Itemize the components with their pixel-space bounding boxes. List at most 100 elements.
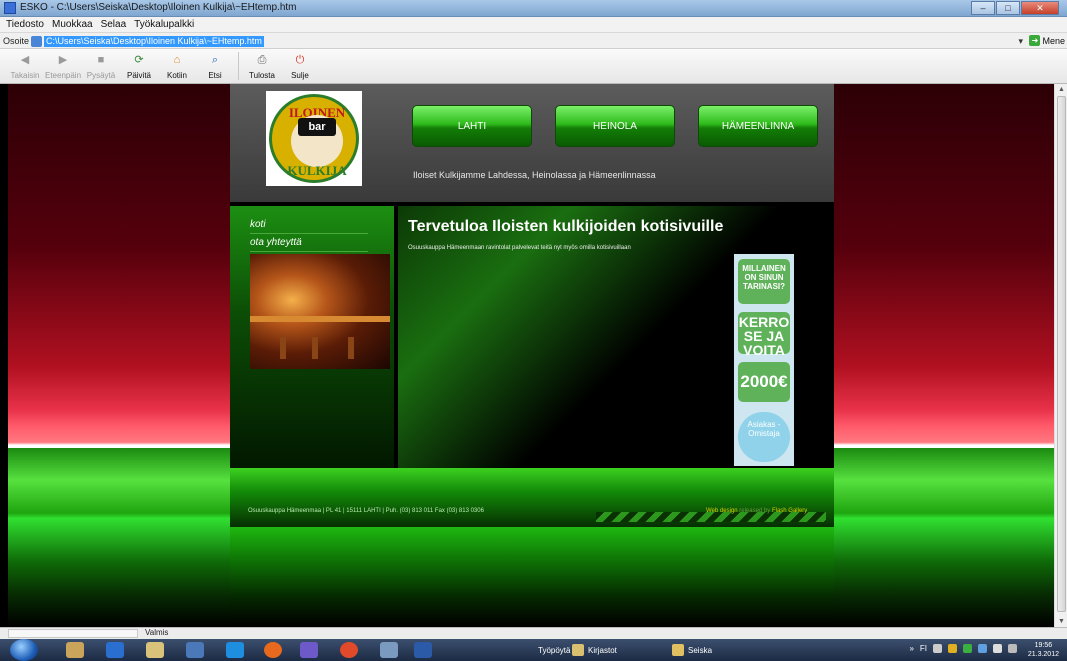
taskbar-clock[interactable]: 19:56 21.3.2012 [1028,641,1059,659]
sidebar-link-home[interactable]: koti [250,216,368,234]
toolbar-separator [238,52,239,80]
toolbar-button-4[interactable]: ⌂ Kotiin [158,49,196,84]
firefox-pinned-icon[interactable] [264,642,282,658]
tray-language[interactable]: FI [920,644,927,653]
back-icon: ◀ [20,54,30,66]
site-sidebar: koti ota yhteyttä [230,206,394,468]
folder-pinned-icon[interactable] [146,642,164,658]
menu-file[interactable]: Tiedosto [6,17,44,32]
libraries-icon [572,644,584,656]
menu-edit[interactable]: Muokkaa [52,17,93,32]
nav-heinola[interactable]: HEINOLA [555,105,675,147]
refresh-icon: ⟳ [134,54,144,66]
tray-app-icon[interactable] [978,644,987,653]
credit-flash-gallery: Flash Gallery [771,508,808,514]
photo-bar-counter [250,316,390,322]
window-title: ESKO - C:\Users\Seiska\Desktop\Iloinen K… [20,2,297,13]
toolbar-label: Kotiin [166,71,187,80]
advertisement-banner[interactable]: MILLAINEN ON SINUN TARINASI? KERRO SE JA… [734,254,794,466]
toolbar-button-1[interactable]: ▶ Eteenpäin [44,49,82,84]
close-window-button[interactable]: ✕ [1021,1,1059,15]
toolbar-label: Eteenpäin [44,71,82,80]
menu-toolbar[interactable]: Työkalupalkki [134,17,194,32]
logo-ring: ILOINEN bar KULKIJA [269,94,359,183]
home-icon: ⌂ [173,54,181,66]
system-tray: » FI [909,644,1017,653]
tray-network-icon[interactable] [963,644,972,653]
logo-text-bottom: KULKIJA [287,163,347,178]
word-pinned-icon[interactable] [414,642,432,658]
ad-prize-amount: 2000€ [738,362,790,402]
tray-flag-icon[interactable] [993,644,1002,653]
status-text: Valmis [145,628,169,637]
browser-toolbar: ◀ Takaisin ▶ Eteenpäin ■ Pysäytä ⟳ Päivitä ⌂ Koti… [0,49,1067,84]
photo-stool [312,337,318,359]
ad-call-to-action: KERRO SE JA VOITA [738,312,790,358]
toolbar-button-6[interactable]: ⎙ Tulosta [243,49,281,84]
maximize-button[interactable]: □ [996,1,1020,15]
task-seiska-label: Seiska [688,645,713,655]
page-icon [31,36,42,47]
scroll-down-icon[interactable]: ▼ [1058,618,1065,625]
site-bottom-decoration [230,527,834,627]
go-button[interactable]: ➜ Mene [1029,35,1065,46]
toolbar-label: Päivitä [126,71,151,80]
ad-question: MILLAINEN ON SINUN TARINASI? [738,259,790,304]
tray-app-icon[interactable] [933,644,942,653]
tray-expand-icon[interactable]: » [909,644,913,653]
menu-bar: Tiedosto Muokkaa Selaa Työkalupalkki [0,17,1067,32]
site-logo[interactable]: ILOINEN bar KULKIJA [266,91,362,186]
address-input[interactable]: C:\Users\Seiska\Desktop\Iloinen Kulkija\… [44,36,264,47]
site-header: ILOINEN bar KULKIJA LAHTI HEINOLA HÄMEEN… [230,84,834,202]
app-pinned-icon[interactable] [186,642,204,658]
explorer-pinned-icon[interactable] [66,642,84,658]
stop-icon: ■ [97,54,105,66]
window-controls: – □ ✕ [971,1,1059,15]
site-tagline: Iloiset Kulkijamme Lahdessa, Heinolassa … [413,170,656,180]
chrome-pinned-icon[interactable] [340,642,358,658]
forward-icon: ▶ [58,54,68,66]
nav-hameenlinna[interactable]: HÄMEENLINNA [698,105,818,147]
sidebar-link-contact[interactable]: ota yhteyttä [250,234,368,252]
task-desktop[interactable]: Työpöytä [538,642,570,658]
media-player-pinned-icon[interactable] [106,642,124,658]
scroll-thumb[interactable] [1057,96,1066,612]
clock-time: 19:56 [1034,642,1053,649]
address-label: Osoite [3,36,30,46]
start-button[interactable] [10,639,38,661]
toolbar-button-7[interactable]: ⏻ Sulje [281,49,319,84]
toolbar-label: Takaisin [10,71,40,80]
task-seiska[interactable]: Seiska [672,642,712,658]
task-libraries[interactable]: Kirjastot [572,642,617,658]
ad-brand: Asiakas -Omistaja [738,412,790,462]
tray-app-icon[interactable] [948,644,957,653]
app-icon [4,2,16,14]
address-dropdown-icon[interactable]: ▾ [1018,36,1023,47]
toolbar-button-0[interactable]: ◀ Takaisin [6,49,44,84]
internet-explorer-pinned-icon[interactable] [226,642,244,658]
app3-pinned-icon[interactable] [380,642,398,658]
address-bar: Osoite C:\Users\Seiska\Desktop\Iloinen K… [0,32,1067,49]
minimize-button[interactable]: – [971,1,995,15]
menu-browse[interactable]: Selaa [101,17,127,32]
credit-web-design: Web design [706,508,738,514]
app2-pinned-icon[interactable] [300,642,318,658]
tray-volume-icon[interactable] [1008,644,1017,653]
close-power-icon: ⏻ [295,54,305,66]
toolbar-label: Pysäytä [86,71,116,80]
footer-contact: Osuuskauppa Hämeenmaa | PL 41 | 15111 LA… [248,508,484,514]
go-label: Mene [1042,35,1065,46]
toolbar-button-5[interactable]: ⌕ Etsi [196,49,234,84]
status-bar: Valmis [0,627,1067,639]
task-desktop-label: Työpöytä [538,645,571,655]
toolbar-label: Etsi [208,71,222,80]
vertical-scrollbar[interactable]: ▲ ▼ [1054,84,1067,627]
page-viewport: ILOINEN bar KULKIJA LAHTI HEINOLA HÄMEEN… [8,84,1054,627]
status-progress [8,629,138,638]
footer-credit[interactable]: Web design released by Flash Gallery [706,508,807,514]
photo-stool [280,337,286,359]
toolbar-button-2[interactable]: ■ Pysäytä [82,49,120,84]
scroll-up-icon[interactable]: ▲ [1058,86,1065,93]
nav-lahti[interactable]: LAHTI [412,105,532,147]
toolbar-button-3[interactable]: ⟳ Päivitä [120,49,158,84]
